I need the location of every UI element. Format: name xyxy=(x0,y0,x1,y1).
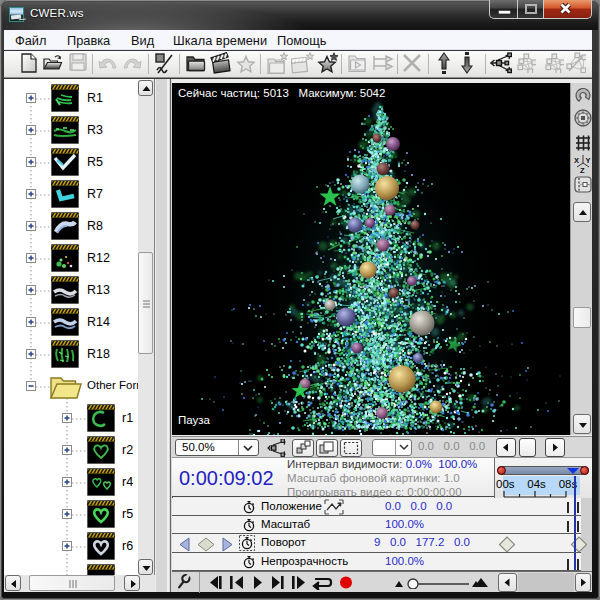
svg-text:Z: Z xyxy=(580,166,585,175)
svg-text:X: X xyxy=(574,156,579,165)
svg-text:Y: Y xyxy=(586,156,591,165)
